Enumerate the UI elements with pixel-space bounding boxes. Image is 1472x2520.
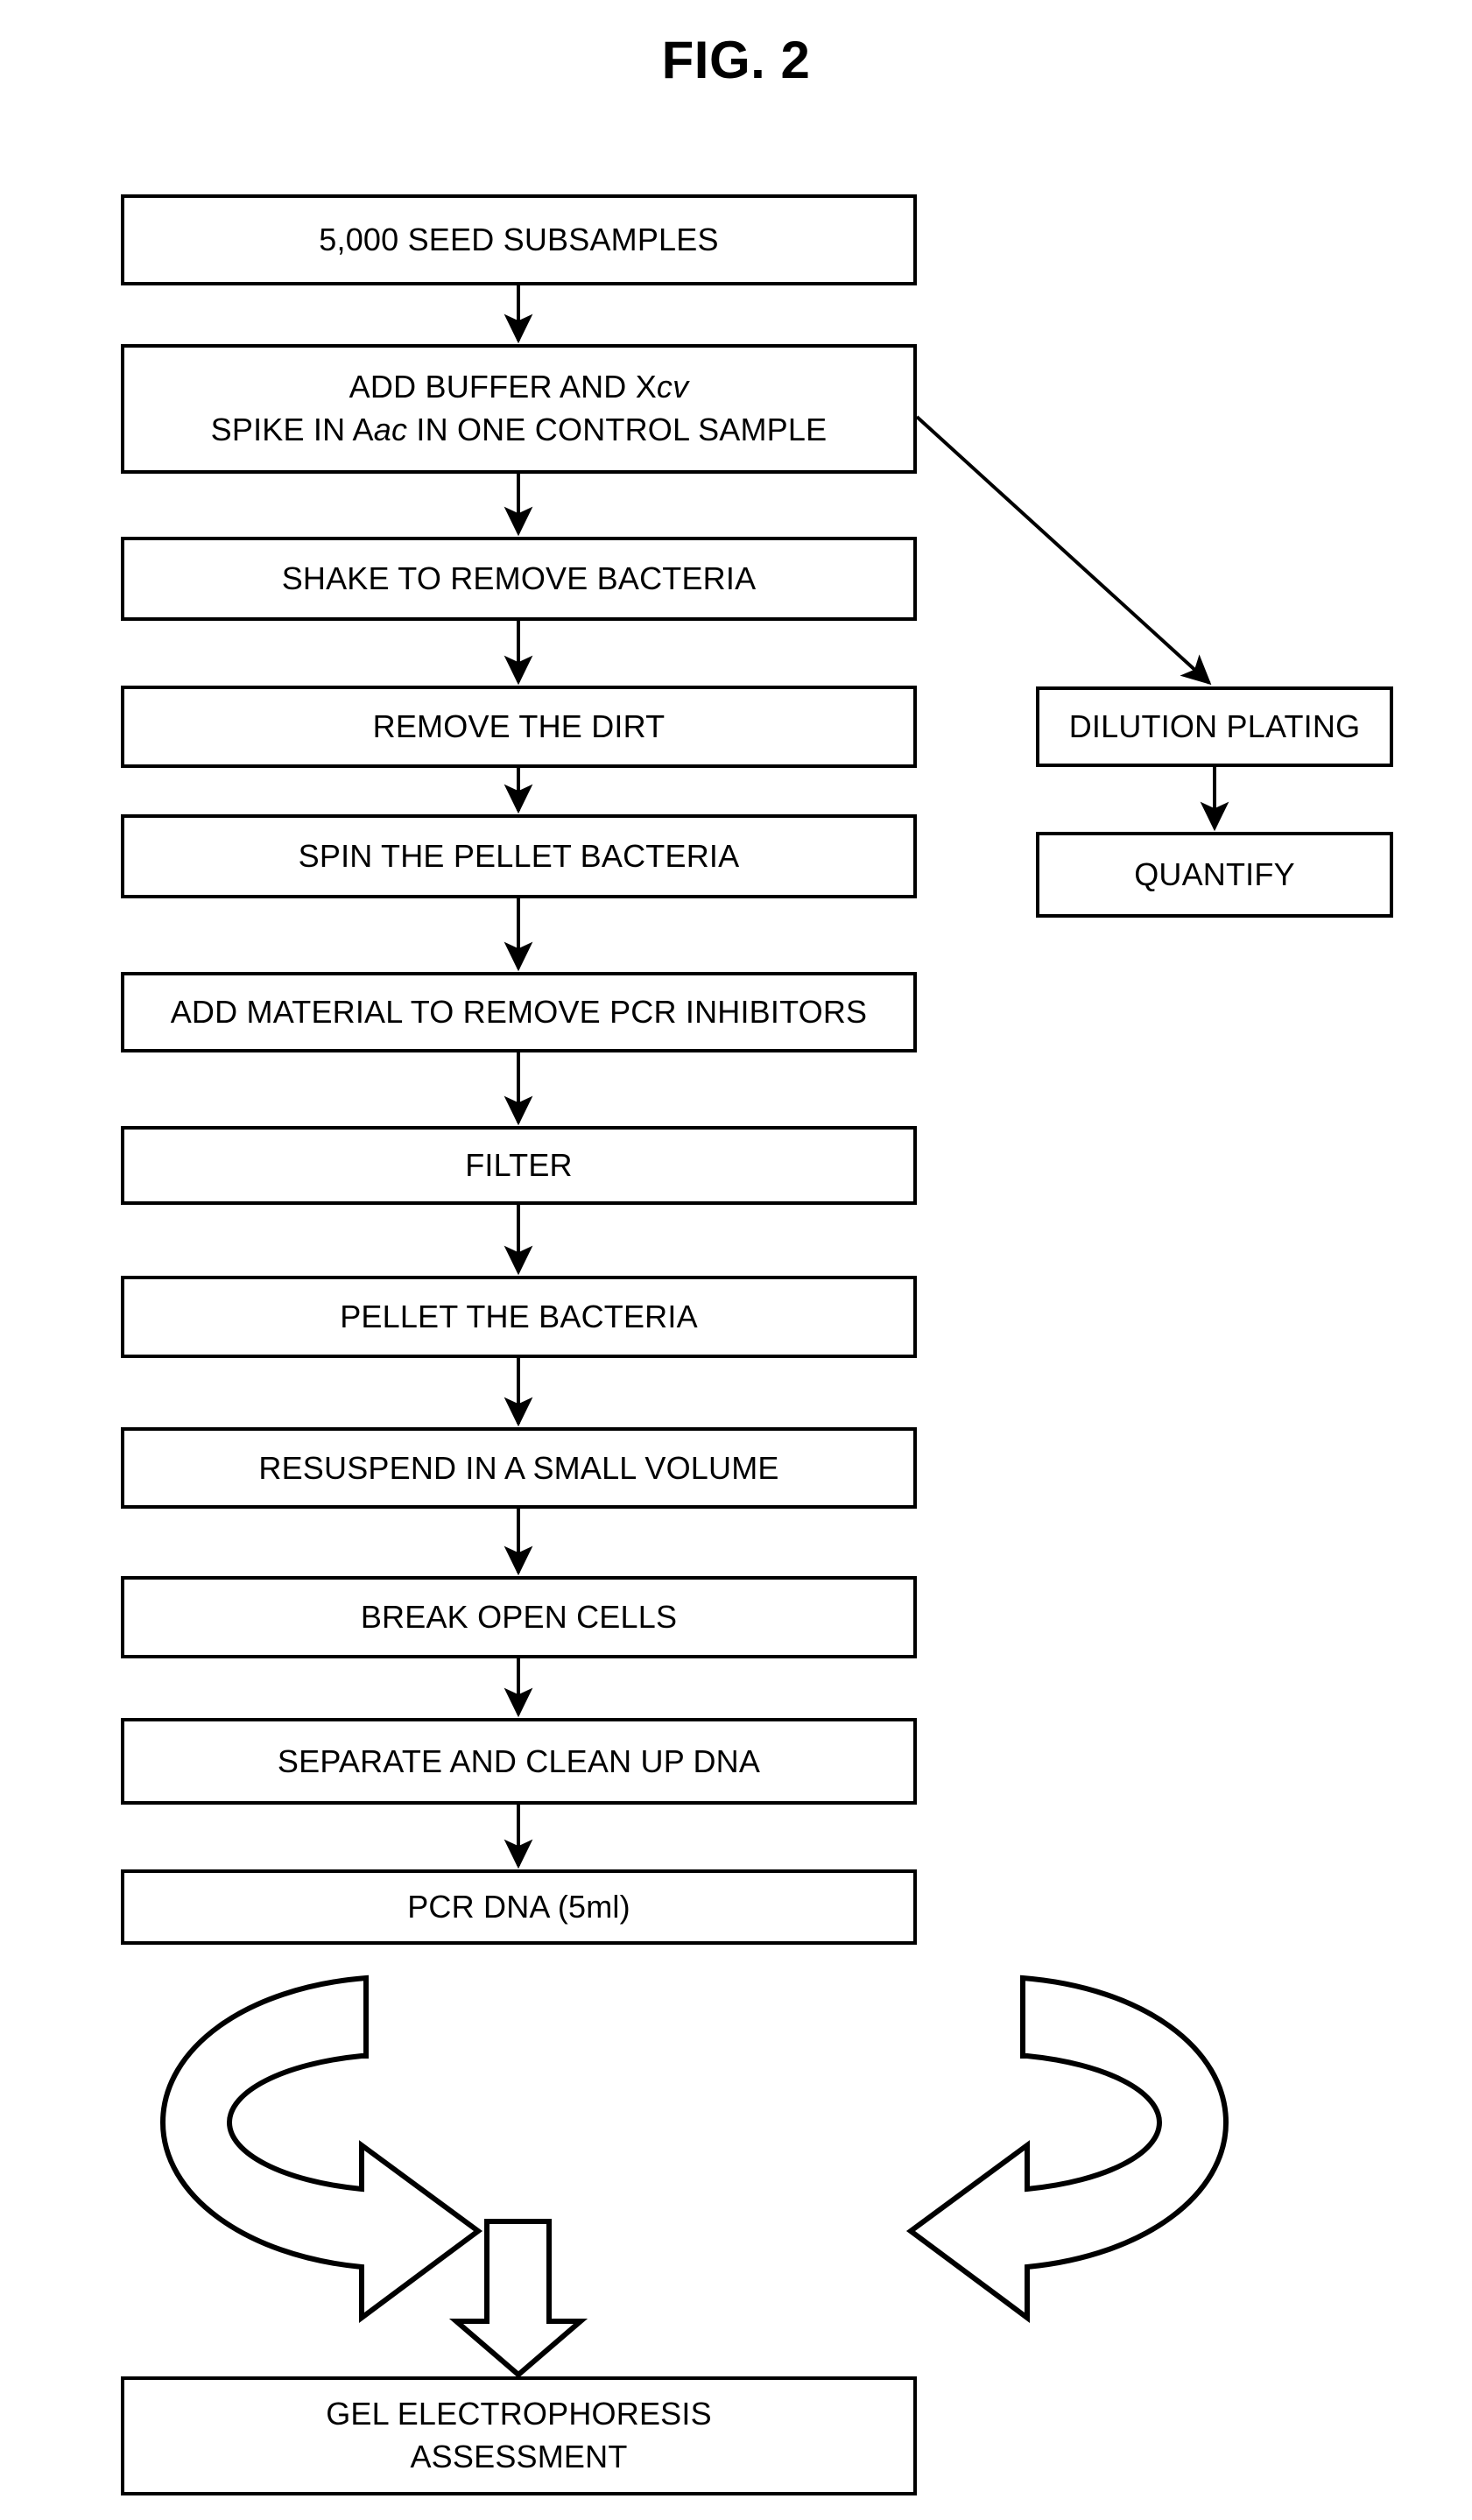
node-label: QUANTIFY bbox=[1134, 856, 1295, 893]
swirl-left-ribbon bbox=[159, 1974, 483, 2323]
node-label: FILTER bbox=[465, 1147, 573, 1184]
node-pellet-bacteria: PELLET THE BACTERIA bbox=[121, 1276, 917, 1358]
gel-line2: ASSESSMENT bbox=[410, 2439, 628, 2474]
node-label: REMOVE THE DIRT bbox=[372, 708, 666, 745]
node-label: PELLET THE BACTERIA bbox=[340, 1299, 698, 1335]
figure-title: FIG. 2 bbox=[661, 31, 811, 89]
add-buffer-line1-italic: cv bbox=[656, 369, 689, 405]
node-label: 5,000 SEED SUBSAMPLES bbox=[319, 222, 719, 258]
node-label: PCR DNA (5ml) bbox=[407, 1889, 630, 1925]
figure-canvas: FIG. 2 5,000 SEED SUBSAMPLES ADD BUFFER … bbox=[0, 0, 1472, 2520]
add-buffer-line2-prefix: SPIKE IN A bbox=[210, 412, 374, 447]
gel-line1: GEL ELECTROPHORESIS bbox=[326, 2396, 712, 2432]
node-dilution-plating: DILUTION PLATING bbox=[1036, 686, 1393, 767]
node-label: ADD BUFFER AND Xcv SPIKE IN Aac IN ONE C… bbox=[211, 366, 828, 451]
node-shake: SHAKE TO REMOVE BACTERIA bbox=[121, 537, 917, 621]
node-filter: FILTER bbox=[121, 1126, 917, 1205]
node-resuspend: RESUSPEND IN A SMALL VOLUME bbox=[121, 1427, 917, 1509]
node-label: SEPARATE AND CLEAN UP DNA bbox=[277, 1742, 761, 1779]
node-label: BREAK OPEN CELLS bbox=[360, 1599, 678, 1636]
node-spin-pellet: SPIN THE PELLET BACTERIA bbox=[121, 814, 917, 898]
node-label: SPIN THE PELLET BACTERIA bbox=[298, 838, 740, 875]
add-buffer-line1-prefix: ADD BUFFER AND X bbox=[349, 369, 657, 405]
node-label: GEL ELECTROPHORESIS ASSESSMENT bbox=[326, 2393, 712, 2478]
add-buffer-line2-suffix: IN ONE CONTROL SAMPLE bbox=[407, 412, 828, 447]
node-add-material: ADD MATERIAL TO REMOVE PCR INHIBITORS bbox=[121, 972, 917, 1052]
add-buffer-line2-italic: ac bbox=[373, 412, 408, 447]
node-add-buffer: ADD BUFFER AND Xcv SPIKE IN Aac IN ONE C… bbox=[121, 344, 917, 474]
node-separate-clean: SEPARATE AND CLEAN UP DNA bbox=[121, 1718, 917, 1805]
swirl-center-down-arrow bbox=[448, 2219, 588, 2378]
node-break-open-cells: BREAK OPEN CELLS bbox=[121, 1576, 917, 1658]
node-pcr-dna: PCR DNA (5ml) bbox=[121, 1869, 917, 1945]
node-label: ADD MATERIAL TO REMOVE PCR INHIBITORS bbox=[170, 994, 868, 1031]
node-label: RESUSPEND IN A SMALL VOLUME bbox=[258, 1449, 779, 1486]
node-label: DILUTION PLATING bbox=[1068, 708, 1361, 745]
connector-addbuffer-to-dilutionplating bbox=[915, 415, 1212, 686]
node-label: SHAKE TO REMOVE BACTERIA bbox=[281, 560, 757, 597]
node-quantify: QUANTIFY bbox=[1036, 832, 1393, 918]
node-remove-dirt: REMOVE THE DIRT bbox=[121, 686, 917, 768]
node-seed-subsamples: 5,000 SEED SUBSAMPLES bbox=[121, 194, 917, 285]
swirl-right-ribbon bbox=[905, 1974, 1229, 2323]
node-gel-electrophoresis: GEL ELECTROPHORESIS ASSESSMENT bbox=[121, 2376, 917, 2495]
